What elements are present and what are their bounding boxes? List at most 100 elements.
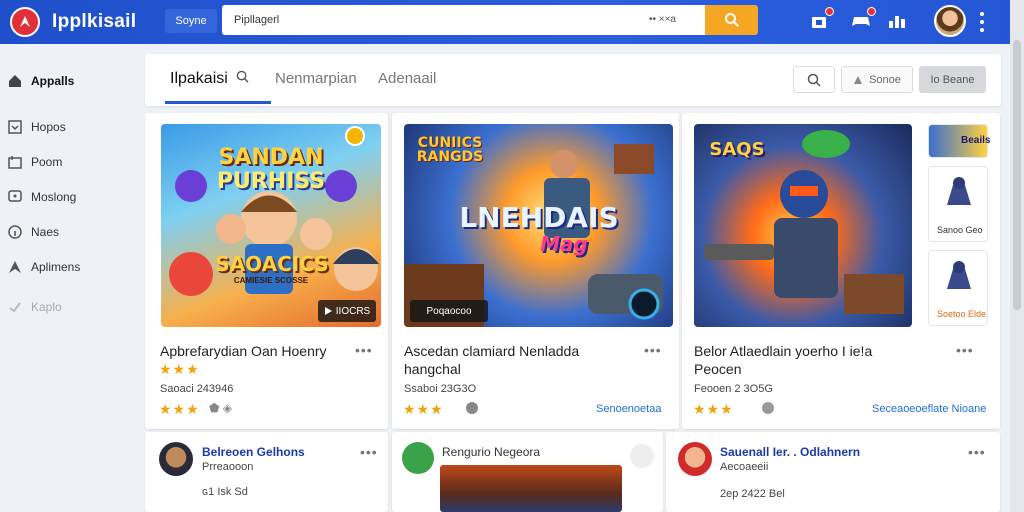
info-icon [8, 225, 22, 239]
search-bar: •• ××a [222, 5, 706, 35]
game-title[interactable]: Belor Atlaedlain yoerho I ie!a [694, 342, 944, 360]
tab-ilpakaisi[interactable]: Ilpakaisi [170, 70, 249, 88]
game-card[interactable]: SANDAN PURHISS SAOACICS CAMIESIE SCOSSE … [145, 113, 388, 429]
feed-image[interactable] [440, 465, 622, 512]
game-art-title: SANDAN [218, 145, 324, 170]
robot-icon [947, 261, 971, 289]
feed-card[interactable]: Sauenall Ier. . Odlahnern Aecoaeeii 2ep … [666, 432, 1000, 512]
sidebar-item-naes[interactable]: Naes [8, 225, 59, 239]
game-title[interactable]: Apbrefarydian Oan Hoenry [160, 342, 355, 360]
filter-search-button[interactable] [793, 66, 835, 93]
robot-icon [947, 177, 971, 205]
avatar[interactable] [159, 442, 193, 476]
app-title: Ipplkisail [52, 11, 137, 32]
sidebar [0, 44, 140, 512]
sort-button[interactable]: Sonoe [841, 66, 913, 93]
details-link[interactable]: Senoenoetaa [596, 403, 661, 415]
game-meta: Ssaboi 23G3O [404, 383, 477, 395]
video-badge[interactable]: Poqaocoo [410, 300, 488, 322]
sidebar-item-aplimens[interactable]: Aplimens [8, 260, 80, 274]
search-scope-button[interactable]: Soyne [165, 9, 217, 33]
feed-meta: 2ep 2422 Bel [720, 488, 785, 500]
tab-nenmarpian[interactable]: Nenmarpian [275, 70, 357, 87]
gamepad-icon[interactable] [850, 7, 876, 32]
feed-author[interactable]: Belreoen Gelhons [202, 445, 305, 459]
game-art-badge: SAQS [709, 139, 765, 160]
side-banner[interactable]: Beails [928, 124, 990, 158]
verified-icon [762, 402, 774, 414]
game-thumbnail[interactable]: SAQS [694, 124, 912, 327]
search-icon [807, 73, 821, 87]
download-icon [8, 120, 22, 134]
details-link[interactable]: Seceaoeoeflate Nioane [872, 403, 986, 415]
arrow-icon [854, 75, 863, 84]
sidebar-item-label: Aplimens [31, 260, 81, 274]
game-art-logo: SAOACICS [215, 252, 329, 276]
video-badge[interactable]: IIOCRS [318, 300, 376, 322]
scrollbar-thumb[interactable] [1013, 40, 1021, 310]
user-avatar[interactable] [934, 5, 966, 37]
game-title-line2: Peocen [694, 361, 742, 377]
search-hint: •• ××a [648, 14, 676, 25]
game-art-title: PURHISS [216, 169, 326, 194]
search-icon [236, 70, 249, 83]
sidebar-item-label: Moslong [31, 190, 77, 204]
active-tab-indicator [165, 101, 271, 104]
search-input[interactable] [222, 5, 602, 35]
sidebar-item-label: Kaplo [31, 300, 62, 314]
feed-card[interactable]: Belreoen Gelhons Prreaooon ɢ1 Isk Sd ••• [145, 432, 388, 512]
game-art-title: LNEHDAIS [459, 201, 619, 234]
search-button[interactable] [705, 5, 758, 35]
app-logo-icon[interactable] [10, 7, 40, 37]
cart-icon [8, 155, 22, 169]
more-options-icon[interactable]: ••• [360, 444, 378, 460]
rating-stars: ★★★ [693, 401, 734, 417]
rank-icon[interactable] [886, 10, 908, 32]
bookmark-icon[interactable]: ⬟ ◈ [209, 401, 232, 415]
sort-button-label: Sonoe [869, 73, 901, 86]
sidebar-item-appalls[interactable]: Appalls [8, 74, 74, 88]
arrow-icon [8, 260, 22, 274]
tab-adenaail[interactable]: Adenaail [378, 70, 436, 87]
more-options-icon[interactable]: ••• [644, 342, 662, 358]
avatar[interactable] [402, 442, 434, 474]
game-card[interactable]: CUNIICS RANGDS LNEHDAIS Mag Poqaocoo Asc… [392, 113, 679, 429]
sidebar-item-hopos[interactable]: Hopos [8, 120, 66, 134]
feed-author[interactable]: Rengurio Negeora [442, 445, 540, 459]
game-thumbnail[interactable]: SANDAN PURHISS SAOACICS CAMIESIE SCOSSE … [161, 124, 381, 327]
rating-stars: ★★★ [403, 401, 444, 417]
sidebar-item-moslong[interactable]: Moslong [8, 190, 76, 204]
sidebar-item-poom[interactable]: Poom [8, 155, 62, 169]
feed-card[interactable]: Rengurio Negeora [392, 432, 663, 512]
game-art-subtitle: Mag [540, 232, 588, 256]
more-options-icon[interactable]: ••• [968, 444, 986, 460]
feed-meta: ɢ1 Isk Sd [202, 486, 248, 498]
store-icon[interactable] [808, 7, 834, 32]
side-mini-card[interactable]: Sanoo Geo [928, 166, 988, 242]
feed-author[interactable]: Sauenall Ier. . Odlahnern [720, 445, 860, 459]
side-mini-card[interactable]: Soetoo Elde [928, 250, 988, 326]
game-meta: Feooen 2 3O5G [694, 383, 773, 395]
tabs-panel: Ilpakaisi Nenmarpian Adenaail Sonoe Io B… [145, 54, 1001, 106]
game-art-badge: CUNIICS RANGDS [416, 135, 484, 165]
game-thumbnail[interactable]: CUNIICS RANGDS LNEHDAIS Mag Poqaocoo [404, 124, 673, 327]
more-options-icon[interactable]: ••• [956, 342, 974, 358]
game-title-line2: hangchal [404, 361, 461, 377]
sidebar-item-label: Naes [31, 225, 60, 239]
notification-badge [867, 7, 876, 16]
home-icon [8, 74, 22, 88]
more-options-icon[interactable]: ••• [355, 342, 373, 358]
feed-subtitle: Aecoaeeii [720, 461, 769, 473]
share-icon[interactable] [630, 444, 654, 468]
more-menu-icon[interactable] [975, 12, 989, 32]
avatar[interactable] [678, 442, 712, 476]
game-title[interactable]: Ascedan clamiard Nenladda [404, 342, 644, 360]
game-art-subtitle: CAMIESIE SCOSSE [233, 276, 309, 285]
game-meta: Saoaci 243946 [160, 383, 234, 395]
check-icon [8, 300, 22, 314]
view-button[interactable]: Io Beane [919, 66, 986, 93]
rating-stars: ★★★ [159, 361, 200, 377]
tab-label: Ilpakaisi [170, 70, 228, 87]
play-icon [324, 307, 332, 315]
sidebar-item-kaplo[interactable]: Kaplo [8, 300, 62, 314]
